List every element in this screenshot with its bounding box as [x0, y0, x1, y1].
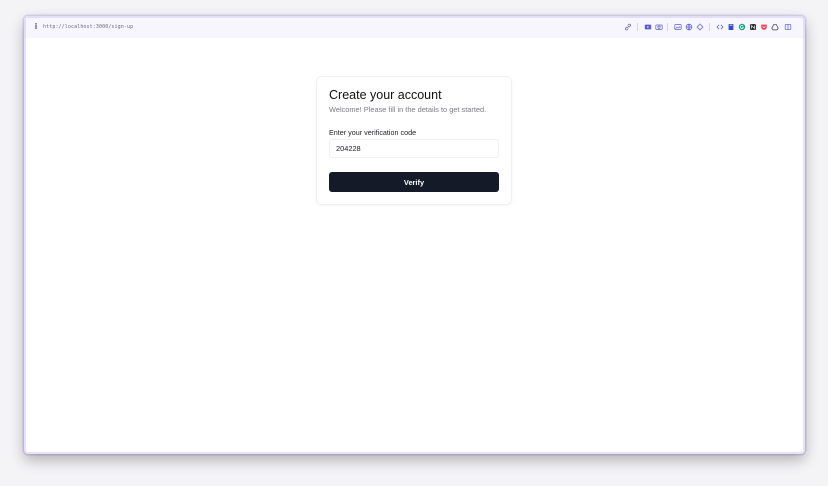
info-icon[interactable]: i	[33, 22, 39, 32]
toolbar-divider	[709, 23, 710, 31]
toolbar-divider	[667, 23, 668, 31]
sign-up-card: Create your account Welcome! Please fill…	[317, 77, 511, 204]
card-title: Create your account	[329, 88, 442, 102]
extension-toolbar	[623, 21, 799, 33]
book-icon[interactable]	[726, 21, 736, 33]
card-subtitle: Welcome! Please fill in the details to g…	[329, 105, 487, 114]
address-bar-url[interactable]: http://localhost:3000/sign-up	[43, 22, 133, 32]
pocket-icon[interactable]	[759, 21, 769, 33]
toolbar-divider	[637, 23, 638, 31]
image-icon[interactable]	[673, 21, 683, 33]
browser-window: i http://localhost:3000/sign-up Create y…	[24, 16, 805, 454]
sidebar-icon[interactable]	[783, 21, 793, 33]
drive-icon[interactable]	[770, 21, 780, 33]
camera-icon[interactable]	[654, 21, 664, 33]
target-icon[interactable]	[695, 21, 705, 33]
verify-button[interactable]: Verify	[329, 172, 499, 192]
verification-code-input[interactable]	[329, 139, 499, 158]
notion-icon[interactable]	[748, 21, 758, 33]
link-icon[interactable]	[623, 21, 633, 33]
globe-icon[interactable]	[684, 21, 694, 33]
browser-toolbar: i http://localhost:3000/sign-up	[24, 16, 805, 38]
verification-code-label: Enter your verification code	[329, 128, 417, 137]
screencast-icon[interactable]	[643, 21, 653, 33]
code-icon[interactable]	[715, 21, 725, 33]
grammarly-icon[interactable]	[737, 21, 747, 33]
